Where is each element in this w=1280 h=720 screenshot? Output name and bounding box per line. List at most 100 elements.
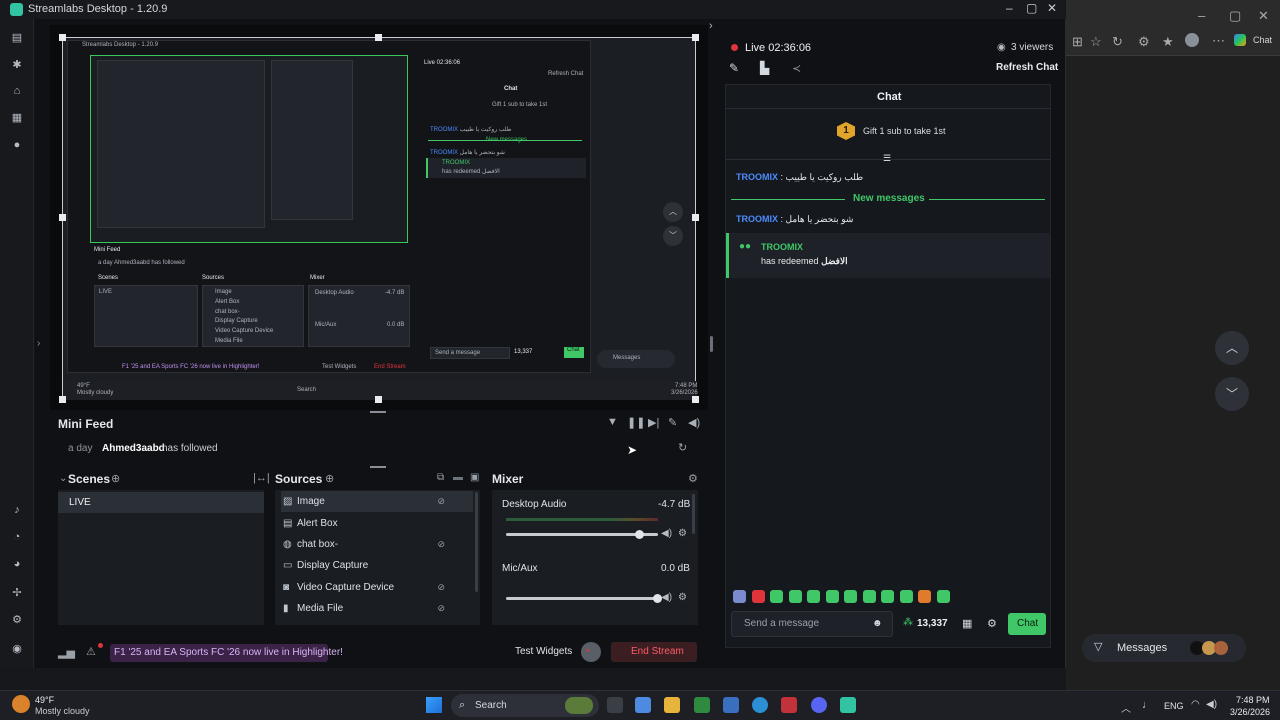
language-indicator[interactable]: ENG bbox=[1164, 701, 1184, 711]
edit-icon[interactable]: ✎ bbox=[729, 61, 739, 75]
studio-mode-icon[interactable]: ✢ bbox=[10, 586, 24, 600]
source-item[interactable]: ◙ Video Capture Device ⊘ bbox=[281, 577, 473, 598]
pin-icon[interactable]: ☰ bbox=[883, 153, 891, 164]
emote-icon[interactable] bbox=[844, 590, 857, 603]
file-explorer-icon[interactable] bbox=[664, 697, 680, 713]
emote-icon[interactable] bbox=[862, 590, 876, 603]
add-scene-icon[interactable]: ⊕ bbox=[111, 472, 120, 485]
windows-start-icon[interactable] bbox=[426, 697, 442, 713]
source-settings-icon[interactable]: ▣ bbox=[470, 472, 479, 483]
discord-icon[interactable] bbox=[811, 697, 827, 713]
app-icon[interactable] bbox=[781, 697, 797, 713]
desktop-audio-slider-knob[interactable] bbox=[634, 530, 644, 539]
more-icon[interactable]: ⋯ bbox=[1212, 33, 1225, 49]
source-item[interactable]: ◍ chat box- ⊘ bbox=[281, 534, 473, 555]
hidden-icon[interactable]: ⊘ bbox=[437, 491, 445, 512]
refresh-icon[interactable]: ↻ bbox=[1112, 34, 1123, 50]
copilot-icon[interactable] bbox=[1234, 34, 1246, 46]
task-view-icon[interactable] bbox=[607, 697, 623, 713]
redeem-username[interactable]: TROOMIX bbox=[761, 242, 803, 252]
edge-icon[interactable] bbox=[752, 697, 768, 713]
channel-points-count[interactable]: 13,337 bbox=[917, 618, 948, 629]
maximize-icon[interactable]: ▢ bbox=[1229, 8, 1241, 24]
source-item[interactable]: ▮ Media File ⊘ bbox=[281, 598, 473, 619]
profile-icon[interactable]: ◉ bbox=[10, 642, 24, 656]
chat-username[interactable]: TROOMIX bbox=[736, 214, 778, 224]
add-source-icon[interactable]: ⊕ bbox=[325, 472, 334, 485]
emote-icon[interactable] bbox=[825, 590, 839, 603]
volume-icon[interactable]: ◀) bbox=[688, 416, 700, 429]
pause-icon[interactable]: ❚❚ bbox=[627, 416, 645, 429]
source-item[interactable]: ▨ Image ⊘ bbox=[281, 491, 473, 512]
emote-icon[interactable] bbox=[918, 590, 931, 603]
scroll-up-button[interactable]: ︿ bbox=[1215, 331, 1249, 365]
tiktok-icon[interactable]: ♪ bbox=[10, 503, 24, 517]
close-icon[interactable]: ✕ bbox=[1258, 8, 1269, 24]
settings-icon[interactable]: ⚙ bbox=[10, 613, 24, 627]
editor-icon[interactable]: ▤ bbox=[10, 31, 24, 45]
tray-chevron-icon[interactable]: ︿ bbox=[1121, 700, 1131, 715]
hidden-icon[interactable]: ⊘ bbox=[437, 577, 445, 598]
refresh-chat-button[interactable]: Refresh Chat bbox=[996, 62, 1058, 73]
store-icon[interactable]: ⌂ bbox=[10, 84, 24, 98]
source-properties-icon[interactable]: ⧉ bbox=[437, 472, 444, 483]
minimize-icon[interactable]: – bbox=[1006, 1, 1013, 15]
emote-icon[interactable] bbox=[751, 590, 765, 603]
emote-icon[interactable] bbox=[936, 590, 950, 603]
minimize-icon[interactable]: – bbox=[1198, 8, 1205, 23]
resize-handle[interactable] bbox=[692, 34, 699, 41]
filter-icon[interactable]: ▼ bbox=[607, 416, 618, 428]
taskbar-search[interactable]: ⌕ Search bbox=[451, 694, 599, 717]
panel-resize-handle[interactable] bbox=[370, 411, 386, 413]
store-app-icon[interactable] bbox=[723, 697, 739, 713]
resize-handle[interactable] bbox=[59, 396, 66, 403]
mixer-settings-icon[interactable]: ⚙ bbox=[688, 472, 698, 485]
clock-date[interactable]: 3/26/2026 bbox=[1230, 707, 1270, 717]
gift-sub-prompt[interactable]: Gift 1 sub to take 1st bbox=[863, 126, 946, 136]
resize-handle[interactable] bbox=[59, 214, 66, 221]
split-icon[interactable]: ⊞ bbox=[1072, 34, 1083, 50]
skip-icon[interactable]: ▶| bbox=[648, 416, 659, 429]
source-folder-icon[interactable]: ▬ bbox=[453, 472, 463, 483]
xbox-icon[interactable] bbox=[694, 697, 710, 713]
resize-handle[interactable] bbox=[59, 34, 66, 41]
resize-handle[interactable] bbox=[375, 34, 382, 41]
source-item[interactable]: ▤ Alert Box bbox=[281, 513, 473, 534]
layout-icon[interactable]: ▦ bbox=[10, 111, 24, 125]
scrollbar[interactable] bbox=[692, 494, 695, 534]
mic-aux-slider-track[interactable] bbox=[506, 597, 658, 600]
expand-chevron-icon[interactable]: › bbox=[709, 20, 713, 32]
dashboard-icon[interactable]: ◔ bbox=[10, 530, 24, 544]
emote-icon[interactable] bbox=[788, 590, 802, 603]
speaker-icon[interactable]: ◀) bbox=[661, 528, 672, 539]
panel-resize-handle[interactable] bbox=[370, 466, 386, 468]
chat-send-button[interactable]: Chat bbox=[1008, 613, 1046, 635]
warning-icon[interactable]: ⚠ bbox=[86, 645, 96, 658]
mute-alerts-icon[interactable]: ✎ bbox=[668, 416, 677, 429]
messages-pill[interactable]: ▽ Messages bbox=[1082, 634, 1246, 662]
cloudbot-icon[interactable]: ◕ bbox=[10, 557, 24, 571]
copilot-app-icon[interactable] bbox=[635, 697, 651, 713]
resize-handle[interactable] bbox=[692, 396, 699, 403]
profile-avatar[interactable] bbox=[1185, 33, 1199, 47]
repeat-alert-icon[interactable]: ↻ bbox=[678, 441, 687, 454]
volume-icon[interactable]: ◀) bbox=[1206, 699, 1217, 710]
microphone-icon[interactable]: ♩ bbox=[1142, 699, 1153, 711]
chat-settings-icon[interactable]: ⚙ bbox=[987, 617, 997, 630]
end-stream-button[interactable]: End Stream bbox=[611, 642, 697, 662]
hidden-icon[interactable]: ⊘ bbox=[437, 534, 445, 555]
scene-item[interactable]: LIVE bbox=[58, 492, 264, 513]
extension-icon[interactable]: ⚙ bbox=[1138, 34, 1150, 50]
close-icon[interactable]: ✕ bbox=[1047, 1, 1057, 15]
chat-username[interactable]: TROOMIX bbox=[736, 172, 778, 182]
rec-button[interactable]: ● bbox=[581, 642, 601, 662]
resize-handle[interactable] bbox=[375, 396, 382, 403]
channel-points-icon[interactable]: ⁂ bbox=[903, 617, 913, 628]
hidden-icon[interactable]: ⊘ bbox=[437, 598, 445, 619]
scene-transition-icon[interactable]: |↔| bbox=[253, 472, 270, 484]
emoji-icon[interactable]: ☻ bbox=[872, 618, 883, 629]
weather-icon[interactable] bbox=[12, 695, 30, 713]
chat-input[interactable]: Send a message ☻ bbox=[731, 611, 893, 637]
clock-time[interactable]: 7:48 PM bbox=[1236, 695, 1270, 705]
streamlabs-taskbar-icon[interactable] bbox=[840, 697, 856, 713]
